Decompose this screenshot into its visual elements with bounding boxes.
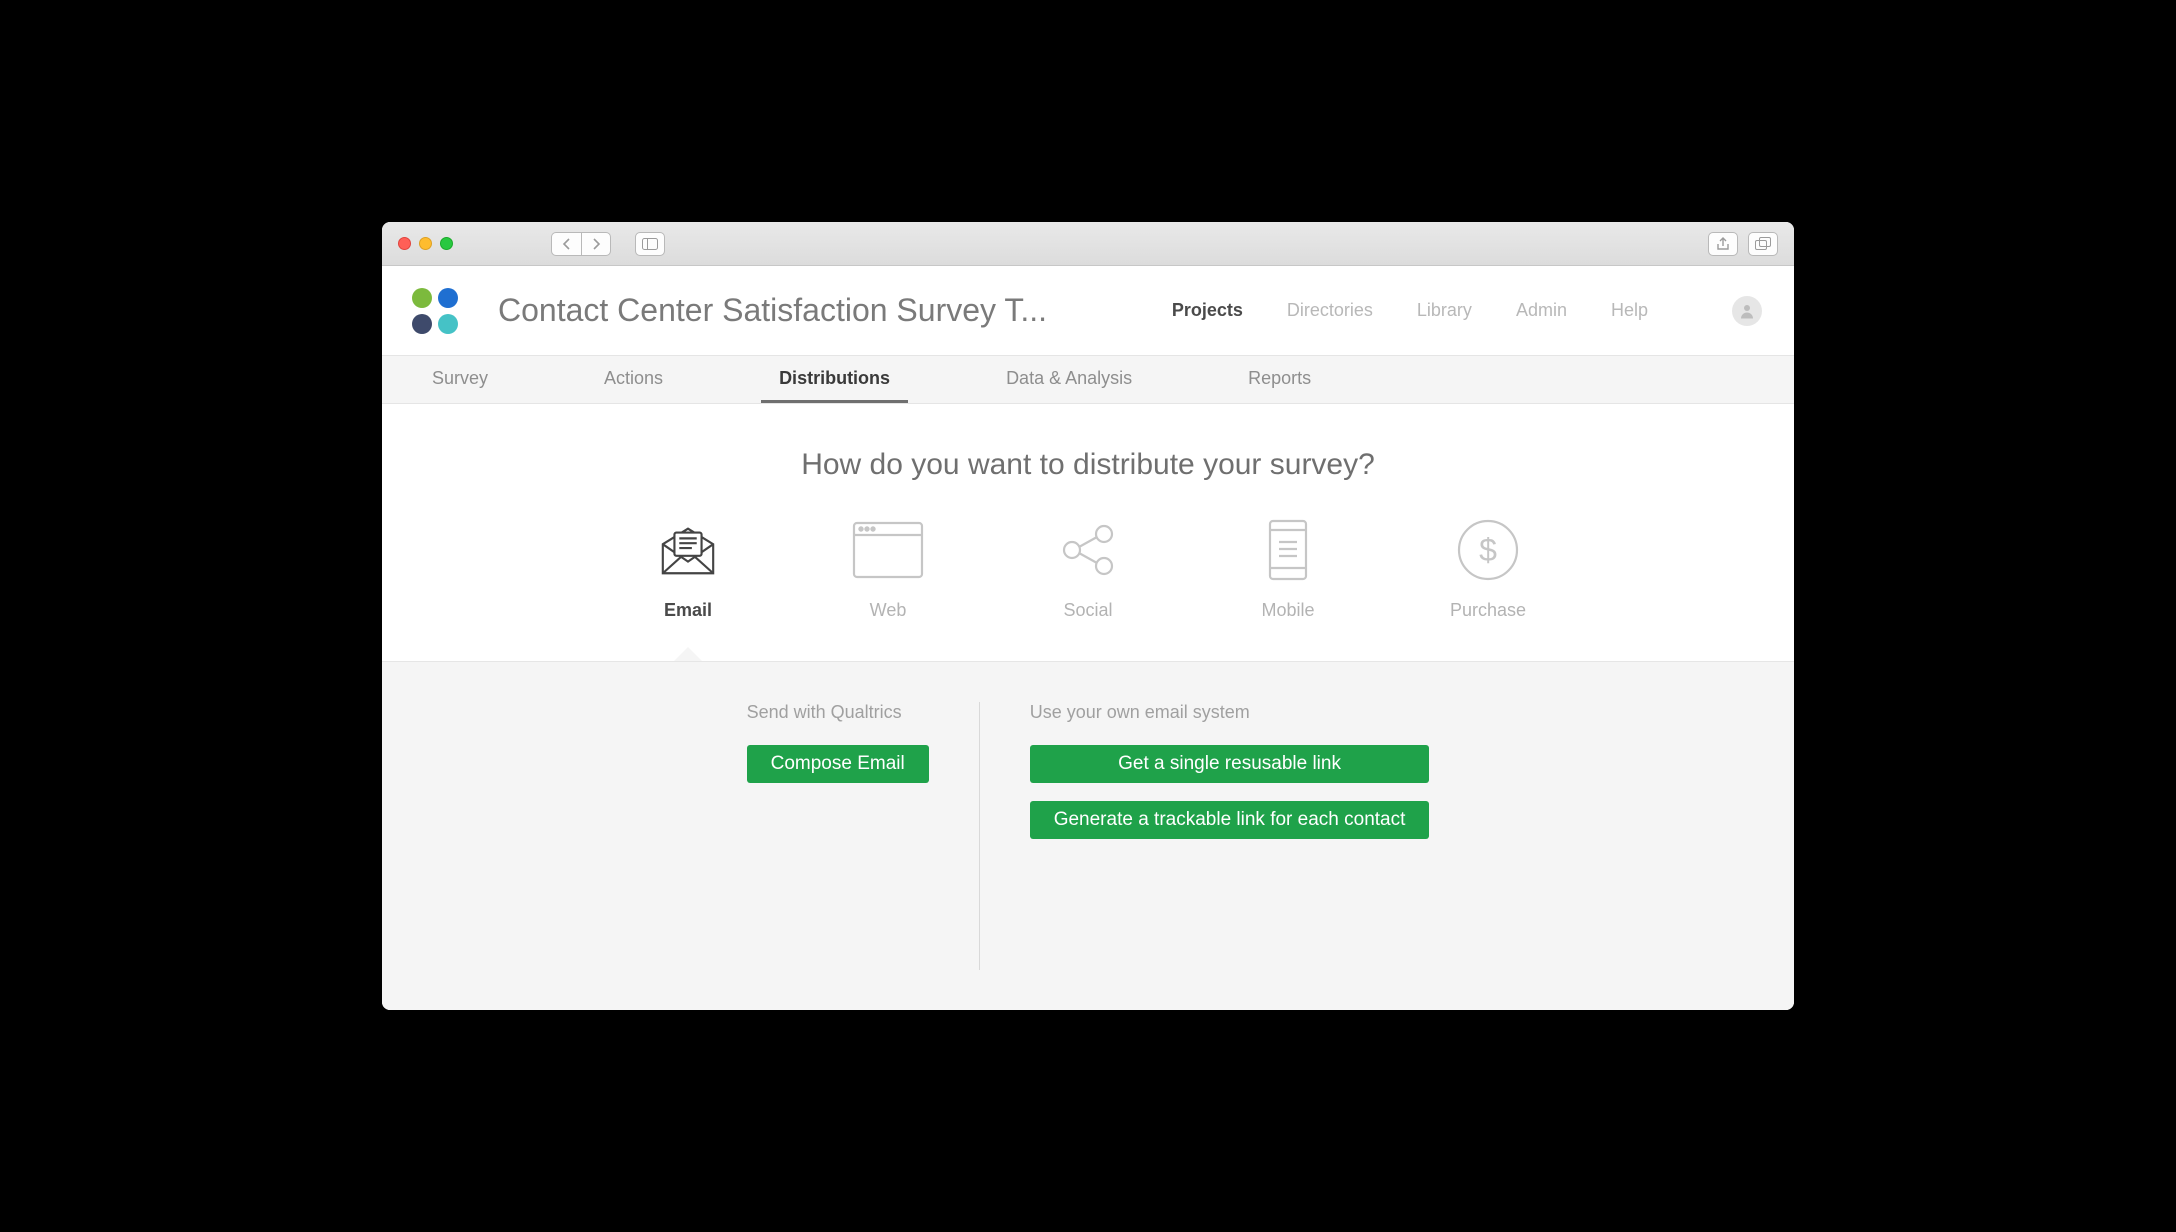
user-avatar[interactable]: [1732, 296, 1762, 326]
app-header: Contact Center Satisfaction Survey T... …: [382, 266, 1794, 356]
nav-library[interactable]: Library: [1417, 300, 1472, 321]
tab-reports[interactable]: Reports: [1230, 356, 1329, 403]
tab-data-analysis[interactable]: Data & Analysis: [988, 356, 1150, 403]
sidebar-toggle-button[interactable]: [635, 232, 665, 256]
email-options-panel: Send with Qualtrics Compose Email Use yo…: [382, 661, 1794, 1010]
channel-email[interactable]: Email: [638, 518, 738, 621]
tabs-button[interactable]: [1748, 232, 1778, 256]
forward-button[interactable]: [581, 232, 611, 256]
project-title: Contact Center Satisfaction Survey T...: [498, 292, 1047, 329]
dollar-circle-icon: $: [1451, 518, 1525, 582]
tab-distributions[interactable]: Distributions: [761, 356, 908, 403]
channel-social[interactable]: Social: [1038, 518, 1138, 621]
distribution-question: How do you want to distribute your surve…: [382, 404, 1794, 518]
browser-window: Contact Center Satisfaction Survey T... …: [382, 222, 1794, 1010]
column-heading: Use your own email system: [1030, 702, 1430, 723]
channel-web[interactable]: Web: [838, 518, 938, 621]
window-minimize-button[interactable]: [419, 237, 432, 250]
own-email-column: Use your own email system Get a single r…: [979, 702, 1480, 970]
share-button[interactable]: [1708, 232, 1738, 256]
back-button[interactable]: [551, 232, 581, 256]
window-close-button[interactable]: [398, 237, 411, 250]
mac-titlebar: [382, 222, 1794, 266]
nav-projects[interactable]: Projects: [1172, 300, 1243, 321]
tab-actions[interactable]: Actions: [586, 356, 681, 403]
tab-survey[interactable]: Survey: [414, 356, 506, 403]
column-heading: Send with Qualtrics: [747, 702, 929, 723]
nav-back-forward: [551, 232, 611, 256]
nav-directories[interactable]: Directories: [1287, 300, 1373, 321]
project-tabs: Survey Actions Distributions Data & Anal…: [382, 356, 1794, 404]
channel-label: Email: [664, 600, 712, 621]
nav-admin[interactable]: Admin: [1516, 300, 1567, 321]
browser-window-icon: [851, 518, 925, 582]
channel-label: Web: [870, 600, 907, 621]
window-maximize-button[interactable]: [440, 237, 453, 250]
compose-email-button[interactable]: Compose Email: [747, 745, 929, 783]
channel-label: Purchase: [1450, 600, 1526, 621]
top-nav: Projects Directories Library Admin Help: [1172, 296, 1762, 326]
reusable-link-button[interactable]: Get a single resusable link: [1030, 745, 1430, 783]
channel-label: Social: [1063, 600, 1112, 621]
traffic-lights: [398, 237, 453, 250]
email-icon: [651, 518, 725, 582]
share-nodes-icon: [1051, 518, 1125, 582]
distribution-channels: Email Web: [382, 518, 1794, 661]
svg-text:$: $: [1479, 532, 1497, 568]
send-with-qualtrics-column: Send with Qualtrics Compose Email: [697, 702, 979, 970]
mobile-device-icon: [1251, 518, 1325, 582]
channel-purchase[interactable]: $ Purchase: [1438, 518, 1538, 621]
qualtrics-logo[interactable]: [412, 288, 458, 334]
trackable-link-button[interactable]: Generate a trackable link for each conta…: [1030, 801, 1430, 839]
channel-label: Mobile: [1261, 600, 1314, 621]
nav-help[interactable]: Help: [1611, 300, 1648, 321]
channel-mobile[interactable]: Mobile: [1238, 518, 1338, 621]
